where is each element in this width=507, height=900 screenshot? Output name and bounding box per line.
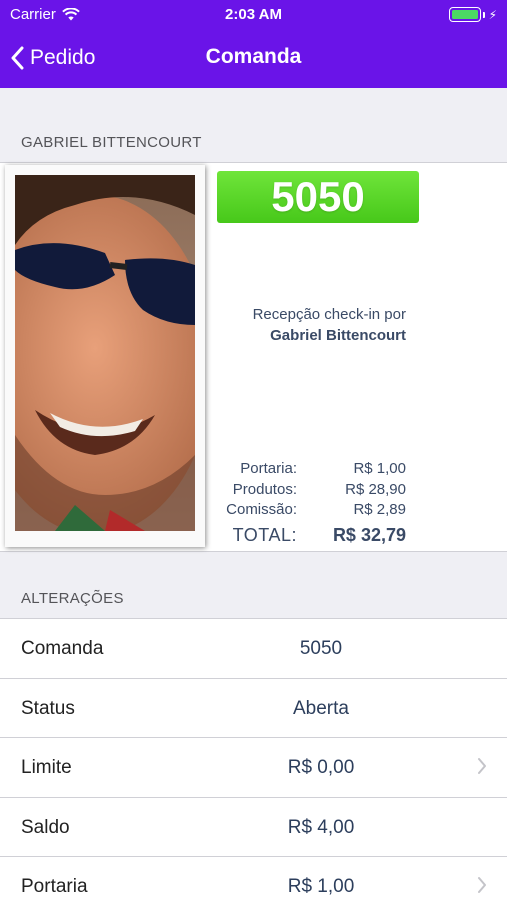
customer-card: 5050 Recepção check-in por Gabriel Bitte… bbox=[0, 162, 507, 552]
row-value: Aberta bbox=[293, 697, 349, 719]
row-label: Saldo bbox=[21, 816, 70, 838]
total-value: R$ 32,79 bbox=[332, 525, 406, 545]
row-limite[interactable]: Limite R$ 0,00 bbox=[0, 738, 507, 798]
chevron-right-icon bbox=[478, 758, 486, 774]
chevron-right-icon bbox=[478, 877, 486, 893]
row-label: Comanda bbox=[21, 638, 104, 659]
row-value: R$ 4,00 bbox=[287, 816, 355, 838]
summary-label: Portaria: bbox=[240, 460, 297, 477]
row-value: R$ 0,00 bbox=[287, 757, 355, 778]
summary-row-total: TOTAL: R$ 32,79 bbox=[0, 525, 507, 545]
row-label: Limite bbox=[21, 757, 72, 778]
checkin-label: Recepção check-in por bbox=[252, 306, 406, 323]
row-portaria[interactable]: Portaria R$ 1,00 bbox=[0, 857, 507, 900]
row-status[interactable]: Status Aberta bbox=[0, 679, 507, 738]
summary-value: R$ 1,00 bbox=[353, 460, 406, 477]
row-label: Portaria bbox=[21, 876, 88, 897]
total-label: TOTAL: bbox=[232, 525, 297, 545]
summary-row-portaria: Portaria: R$ 1,00 bbox=[0, 460, 507, 480]
checkin-name: Gabriel Bittencourt bbox=[270, 327, 406, 344]
clock: 2:03 AM bbox=[225, 6, 282, 23]
chevron-left-icon bbox=[11, 46, 24, 70]
changes-section-header: ALTERAÇÕES bbox=[21, 590, 124, 607]
back-button[interactable]: Pedido bbox=[10, 40, 95, 76]
row-value: 5050 bbox=[299, 638, 343, 659]
summary-row-comissao: Comissão: R$ 2,89 bbox=[0, 501, 507, 521]
status-bar: Carrier 2:03 AM ⚡ bbox=[0, 0, 507, 30]
row-label: Status bbox=[21, 697, 75, 719]
charging-bolt-icon: ⚡ bbox=[488, 7, 497, 22]
summary-label: Comissão: bbox=[226, 501, 297, 518]
customer-section-header: GABRIEL BITTENCOURT bbox=[21, 134, 202, 151]
row-value: R$ 1,00 bbox=[287, 876, 355, 897]
summary-value: R$ 28,90 bbox=[345, 481, 406, 498]
battery-icon: ⚡ bbox=[448, 7, 497, 22]
changes-list: Comanda 5050 Status Aberta Limite R$ 0,0… bbox=[0, 618, 507, 900]
summary-row-produtos: Produtos: R$ 28,90 bbox=[0, 481, 507, 501]
navigation-bar: Carrier 2:03 AM ⚡ Pedido Comanda bbox=[0, 0, 507, 88]
row-saldo[interactable]: Saldo R$ 4,00 bbox=[0, 798, 507, 857]
row-comanda[interactable]: Comanda 5050 bbox=[0, 619, 507, 679]
comanda-number-badge: 5050 bbox=[217, 171, 419, 223]
back-button-label: Pedido bbox=[30, 46, 96, 69]
summary-label: Produtos: bbox=[232, 481, 297, 498]
summary-value: R$ 2,89 bbox=[353, 501, 406, 518]
